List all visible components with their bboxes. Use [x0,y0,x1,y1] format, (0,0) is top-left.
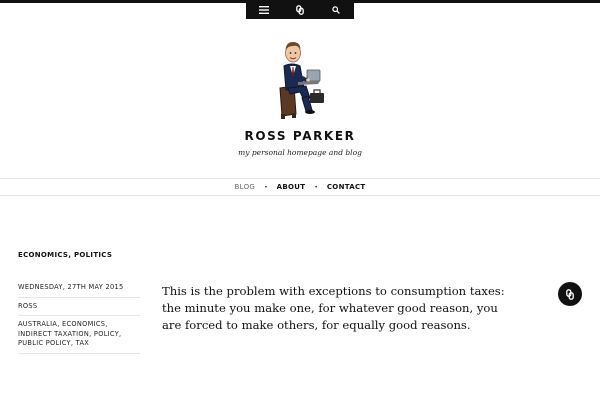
tag-link[interactable]: AUSTRALIA [18,320,57,328]
post-body: This is the problem with exceptions to c… [162,284,505,332]
tag-link[interactable]: INDIRECT TAXATION [18,330,89,338]
site-tagline: my personal homepage and blog [238,148,362,157]
category-link-economics[interactable]: ECONOMICS [18,251,68,259]
tag-link[interactable]: PUBLIC POLICY [18,339,71,347]
search-button[interactable] [318,0,354,19]
links-button[interactable] [282,0,318,19]
nav-separator: • [314,183,318,191]
nav-item-contact[interactable]: CONTACT [327,183,366,191]
avatar[interactable] [272,36,330,120]
post-date-link[interactable]: WEDNESDAY, 27TH MAY 2015 [18,283,124,291]
tag-link[interactable]: ECONOMICS [62,320,105,328]
link-icon [296,4,304,15]
top-toolbar [246,0,354,19]
link-icon [566,288,574,300]
search-icon [332,5,340,14]
tag-link[interactable]: POLICY [94,330,119,338]
tag-link[interactable]: TAX [76,339,89,347]
nav-item-about[interactable]: ABOUT [277,183,306,191]
category-link-politics[interactable]: POLITICS [74,251,112,259]
nav-separator: • [264,183,268,191]
post-categories: ECONOMICS, POLITICS [18,251,112,259]
nav-item-blog[interactable]: BLOG [235,183,256,191]
post-date: WEDNESDAY, 27TH MAY 2015 [18,281,140,298]
menu-icon [259,5,269,14]
main-nav: BLOG • ABOUT • CONTACT [0,178,600,196]
site-title[interactable]: ROSS PARKER [0,129,600,143]
post-author: ROSS [18,298,140,316]
post-author-link[interactable]: ROSS [18,302,37,310]
post-meta: WEDNESDAY, 27TH MAY 2015 ROSS AUSTRALIA,… [18,281,140,354]
menu-button[interactable] [246,0,282,19]
post-format-link-button[interactable] [558,282,582,306]
post-tags: AUSTRALIA, ECONOMICS, INDIRECT TAXATION,… [18,316,140,354]
